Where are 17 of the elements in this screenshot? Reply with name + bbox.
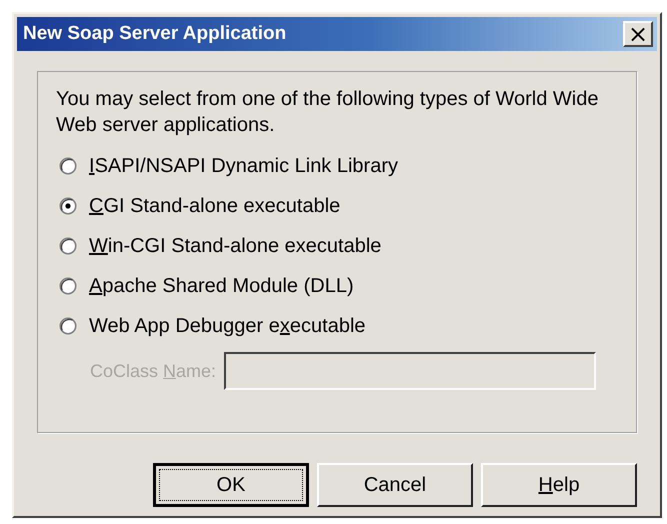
intro-text: You may select from one of the following types of World Wide Web server applications. <box>56 87 600 138</box>
dialog-button[interactable]: Cancel <box>317 463 473 507</box>
option-label[interactable]: Web App Debugger executable <box>89 314 366 338</box>
coclass-label: CoClass Name: <box>90 360 216 382</box>
radio-button[interactable] <box>59 277 77 295</box>
window-title: New Soap Server Application <box>23 23 286 45</box>
dialog-button[interactable]: Help <box>481 463 637 507</box>
radio-button[interactable] <box>59 197 77 215</box>
option-label[interactable]: Win-CGI Stand-alone executable <box>89 234 382 258</box>
option-label[interactable]: CGI Stand-alone executable <box>89 194 340 218</box>
radio-button[interactable] <box>59 317 77 335</box>
option-label[interactable]: Apache Shared Module (DLL) <box>89 274 354 298</box>
option-label[interactable]: ISAPI/NSAPI Dynamic Link Library <box>89 154 398 178</box>
close-button[interactable]: × <box>623 21 653 47</box>
radio-button[interactable] <box>59 157 77 175</box>
dialog-button[interactable]: OK <box>153 463 309 507</box>
radio-button[interactable] <box>59 237 77 255</box>
